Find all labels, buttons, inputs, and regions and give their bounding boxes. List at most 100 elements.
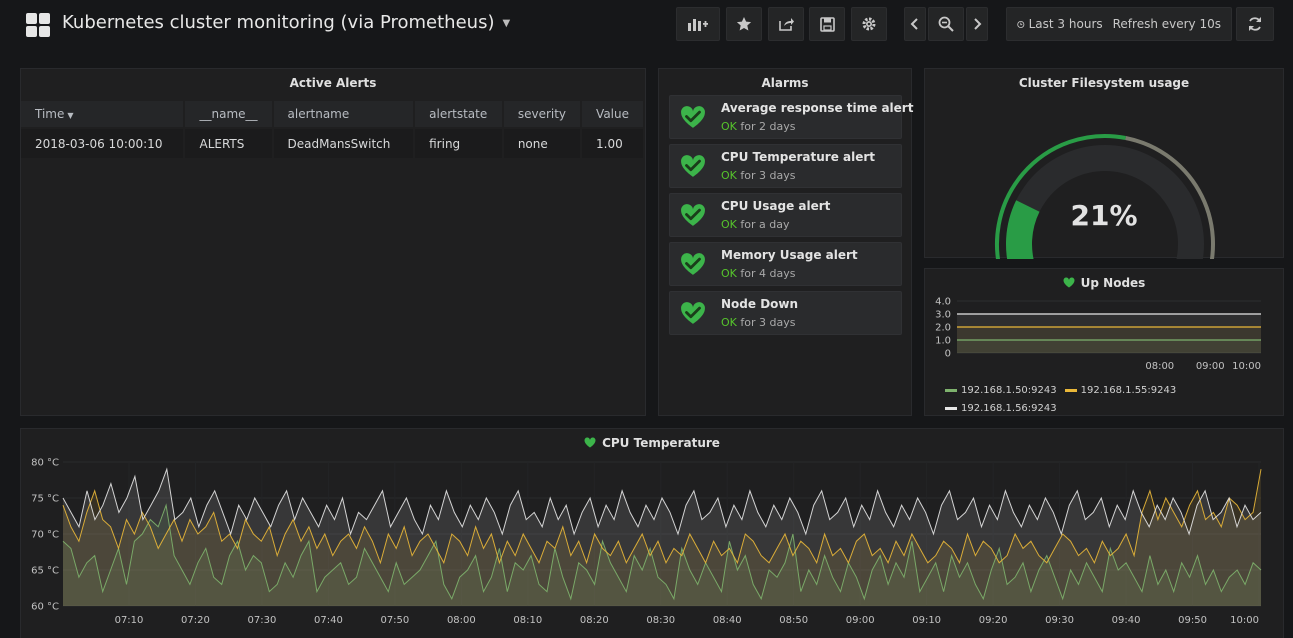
panel-title[interactable]: Up Nodes bbox=[925, 276, 1283, 290]
column-label: severity bbox=[517, 107, 567, 121]
chevron-right-icon bbox=[974, 18, 982, 30]
dashboard-title-text: Kubernetes cluster monitoring (via Prome… bbox=[62, 12, 495, 33]
alarm-item[interactable]: CPU Temperature alert OK for 3 days bbox=[669, 144, 902, 188]
star-dashboard-button[interactable] bbox=[726, 7, 762, 41]
column-header-alertname[interactable]: alertname bbox=[272, 101, 416, 128]
table-header-row: Time ▼ __name__ alertname alertstate seve… bbox=[21, 101, 645, 128]
heart-icon bbox=[1063, 277, 1075, 288]
x-tick-label: 08:50 bbox=[779, 615, 808, 626]
add-panel-button[interactable] bbox=[676, 7, 720, 41]
column-header-severity[interactable]: severity bbox=[502, 101, 583, 128]
chevron-down-icon: ▼ bbox=[502, 17, 511, 29]
x-tick-label: 07:20 bbox=[181, 615, 210, 626]
legend-item[interactable]: 192.168.1.56:9243 bbox=[945, 400, 1057, 417]
alarm-state: OK bbox=[721, 169, 737, 182]
column-label: __name__ bbox=[199, 107, 258, 121]
column-header-name[interactable]: __name__ bbox=[184, 101, 274, 128]
save-dashboard-button[interactable] bbox=[809, 7, 845, 41]
legend-label: 192.168.1.55:9243 bbox=[1080, 385, 1177, 396]
x-tick-label: 09:40 bbox=[1112, 615, 1141, 626]
alarm-item[interactable]: Memory Usage alert OK for 4 days bbox=[669, 242, 902, 286]
heart-ok-icon-wrap bbox=[680, 301, 706, 329]
share-dashboard-button[interactable] bbox=[768, 7, 804, 41]
add-panel-icon bbox=[688, 19, 708, 31]
star-icon bbox=[736, 17, 752, 31]
time-range-label: Last 3 hours bbox=[1028, 17, 1103, 31]
column-header-value[interactable]: Value bbox=[581, 101, 645, 128]
legend-item[interactable]: 192.168.1.55:9243 bbox=[1064, 382, 1177, 399]
x-tick-label: 08:40 bbox=[713, 615, 742, 626]
column-label: alertname bbox=[287, 107, 350, 121]
x-tick-label: 10:00 bbox=[1230, 615, 1259, 626]
table-row: 2018-03-06 10:00:10 ALERTS DeadMansSwitc… bbox=[21, 127, 645, 158]
x-tick-label: 08:20 bbox=[580, 615, 609, 626]
alarm-state: OK bbox=[721, 316, 737, 329]
panel-title-text: Up Nodes bbox=[1080, 276, 1146, 290]
refresh-button[interactable] bbox=[1236, 7, 1274, 41]
x-tick-label: 08:00 bbox=[1145, 361, 1174, 372]
x-tick-label: 08:00 bbox=[447, 615, 476, 626]
legend-label: 192.168.1.50:9243 bbox=[961, 385, 1057, 396]
chevron-left-icon bbox=[910, 18, 918, 30]
table-cell: none bbox=[502, 127, 583, 158]
column-header-time[interactable]: Time ▼ bbox=[21, 101, 186, 128]
time-forward-button[interactable] bbox=[966, 7, 988, 41]
cpu-temperature-graph: 80 °C 75 °C 70 °C 65 °C 60 °C 07:10 07:20 07:30… bbox=[31, 458, 1262, 626]
alarm-duration: for 4 days bbox=[740, 267, 796, 280]
heart-ok-icon bbox=[681, 155, 705, 177]
y-tick-label: 1.0 bbox=[935, 336, 951, 347]
x-tick-label: 09:00 bbox=[846, 615, 875, 626]
refresh-icon bbox=[1249, 17, 1261, 31]
gauge-value-text: 21% bbox=[1070, 199, 1138, 232]
graph-legend: 192.168.1.50:9243 192.168.1.55:9243 192.16… bbox=[945, 381, 1265, 417]
alarm-name: Node Down bbox=[721, 297, 799, 311]
heart-ok-icon-wrap bbox=[680, 154, 706, 182]
alarm-status: OK for 3 days bbox=[721, 169, 795, 182]
time-back-button[interactable] bbox=[904, 7, 926, 41]
zoom-out-button[interactable] bbox=[928, 7, 964, 41]
y-tick-label: 3.0 bbox=[935, 310, 951, 321]
time-picker-button[interactable]: Last 3 hours Refresh every 10s bbox=[1006, 7, 1232, 41]
clock-icon bbox=[1017, 20, 1025, 28]
up-nodes-panel: Up Nodes 4.0 3.0 2.0 1.0 0 08:00 09:00 10:00 19… bbox=[924, 268, 1284, 416]
alarm-duration: for 2 days bbox=[740, 120, 796, 133]
refresh-interval-label: Refresh every 10s bbox=[1112, 17, 1221, 31]
gauge-value: 21% bbox=[925, 199, 1283, 232]
column-label: Time bbox=[35, 107, 65, 121]
table-cell: firing bbox=[414, 127, 504, 158]
alarm-duration: for a day bbox=[740, 218, 790, 231]
y-tick-label: 80 °C bbox=[31, 458, 59, 469]
grafana-logo-icon[interactable] bbox=[26, 13, 50, 37]
column-header-alertstate[interactable]: alertstate bbox=[414, 101, 504, 128]
x-tick-label: 07:10 bbox=[115, 615, 144, 626]
x-tick-label: 08:30 bbox=[646, 615, 675, 626]
settings-button[interactable] bbox=[851, 7, 887, 41]
heart-ok-icon-wrap bbox=[680, 105, 706, 133]
sort-desc-icon: ▼ bbox=[67, 111, 74, 120]
alarm-duration: for 3 days bbox=[740, 169, 796, 182]
alarm-status: OK for 2 days bbox=[721, 120, 795, 133]
alerts-table: Time ▼ __name__ alertname alertstate seve… bbox=[21, 101, 645, 158]
zoom-out-icon bbox=[938, 16, 954, 32]
x-tick-label: 09:30 bbox=[1045, 615, 1074, 626]
y-tick-label: 4.0 bbox=[935, 297, 951, 308]
alarm-status: OK for 3 days bbox=[721, 316, 795, 329]
alarm-name: CPU Temperature alert bbox=[721, 150, 876, 164]
alarm-item[interactable]: Node Down OK for 3 days bbox=[669, 291, 902, 335]
dashboard-title[interactable]: Kubernetes cluster monitoring (via Prome… bbox=[62, 12, 510, 33]
table-cell: 2018-03-06 10:00:10 bbox=[21, 127, 186, 158]
alarm-item[interactable]: Average response time alert OK for 2 days bbox=[669, 95, 913, 139]
table-cell: ALERTS bbox=[184, 127, 274, 158]
legend-item[interactable]: 192.168.1.50:9243 bbox=[945, 382, 1057, 399]
panel-title[interactable]: Active Alerts bbox=[21, 76, 645, 90]
alarm-state: OK bbox=[721, 218, 737, 231]
alarm-item[interactable]: CPU Usage alert OK for a day bbox=[669, 193, 902, 237]
alarm-duration: for 3 days bbox=[740, 316, 796, 329]
y-tick-label: 75 °C bbox=[31, 494, 59, 505]
heart-ok-icon bbox=[681, 204, 705, 226]
legend-label: 192.168.1.56:9243 bbox=[961, 403, 1057, 414]
heart-ok-icon-wrap bbox=[680, 252, 706, 280]
x-tick-label: 08:10 bbox=[513, 615, 542, 626]
panel-title[interactable]: Alarms bbox=[659, 76, 911, 90]
alarm-state: OK bbox=[721, 120, 737, 133]
